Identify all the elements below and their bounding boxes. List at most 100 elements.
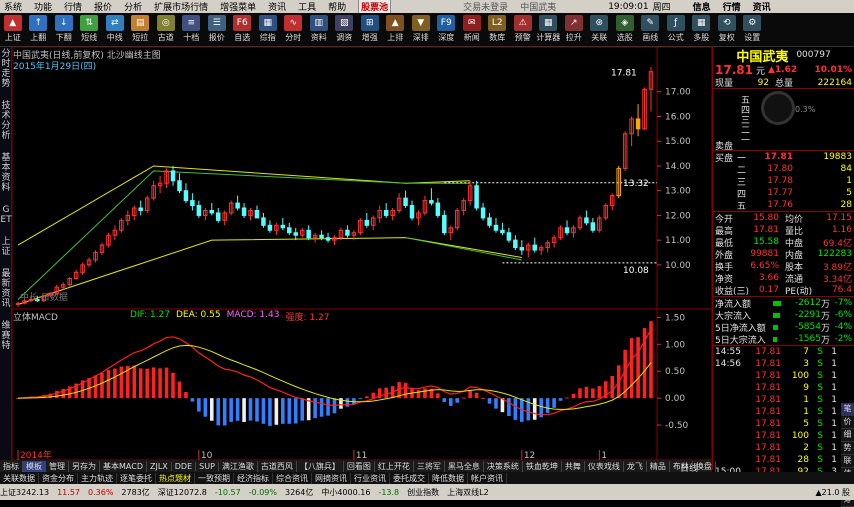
sidebar-tab-3[interactable]: GET <box>0 203 12 225</box>
indicator-tab-16[interactable]: 铁血乾坤 <box>523 461 562 472</box>
toolbar-button-9[interactable]: F6自选 <box>230 13 256 47</box>
indicator-tab-6[interactable]: DDE <box>172 462 196 471</box>
toolbar-icon-18: ✉ <box>463 15 481 31</box>
toolbar-button-18[interactable]: ✉新闻 <box>459 13 485 47</box>
side-tab-4[interactable]: 联 <box>841 455 854 468</box>
toolbar-button-10[interactable]: ▦综指 <box>255 13 281 47</box>
sidebar-tab-4[interactable]: 上证 <box>0 235 12 257</box>
side-tab-1[interactable]: 价 <box>841 416 854 429</box>
stock-pool-button[interactable]: 股票池 <box>358 0 391 14</box>
side-tab-0[interactable]: 笔 <box>841 403 854 416</box>
sidebar-tab-0[interactable]: 分时走势 <box>0 47 12 89</box>
toolbar-button-5[interactable]: ▤短拉 <box>128 13 154 47</box>
indicator-tab-8[interactable]: 满江渔歌 <box>219 461 258 472</box>
toolbar-button-22[interactable]: ↗拉升 <box>561 13 587 47</box>
info-link-5[interactable]: 一致预期 <box>195 473 234 484</box>
candle-body-31 <box>216 213 220 220</box>
indicator-tab-0[interactable]: 指标 <box>0 461 23 472</box>
info-link-8[interactable]: 网摘资讯 <box>312 473 351 484</box>
toolbar-button-19[interactable]: L2数库 <box>485 13 511 47</box>
indicator-tab-12[interactable]: 红上开花 <box>375 461 414 472</box>
info-link-3[interactable]: 逐笔委托 <box>117 473 156 484</box>
sidebar-tab-1[interactable]: 技术分析 <box>0 99 12 141</box>
toolbar-button-17[interactable]: F9深度 <box>434 13 460 47</box>
menu-function[interactable]: 功能 <box>34 0 52 13</box>
menu-help[interactable]: 帮助 <box>328 0 346 13</box>
kline-chart[interactable]: 10.0011.0012.0013.0014.0015.0016.0017.00… <box>12 47 712 460</box>
info-link-4[interactable]: 热点题材 <box>156 473 195 484</box>
indicator-tab-3[interactable]: 另存为 <box>69 461 100 472</box>
sidebar-tab-6[interactable]: 维赛特 <box>0 319 12 351</box>
side-tab-2[interactable]: 细 <box>841 429 854 442</box>
menu-extended-market[interactable]: 扩展市场行情 <box>154 0 208 13</box>
toolbar-button-13[interactable]: ▧调资 <box>332 13 358 47</box>
menu-price[interactable]: 报价 <box>94 0 112 13</box>
info-link-9[interactable]: 行业资讯 <box>351 473 390 484</box>
indicator-tab-7[interactable]: SUP <box>196 462 219 471</box>
indicator-tab-15[interactable]: 决策系统 <box>484 461 523 472</box>
indicator-tab-13[interactable]: 三将军 <box>414 461 445 472</box>
indicator-tab-1[interactable]: 模板 <box>23 461 46 472</box>
info-link-12[interactable]: 帐户资讯 <box>468 473 507 484</box>
toolbar-button-14[interactable]: ⊞增强 <box>357 13 383 47</box>
toolbar-button-24[interactable]: ◈选股 <box>612 13 638 47</box>
macd-y-label-0: -0.50 <box>665 421 689 431</box>
toolbar-button-15[interactable]: ▲上排 <box>383 13 409 47</box>
indicator-tab-19[interactable]: 龙飞 <box>624 461 647 472</box>
info-link-10[interactable]: 委托成交 <box>390 473 429 484</box>
toolbar-label-16: 深排 <box>413 32 429 43</box>
toolbar-button-21[interactable]: ▦计算器 <box>536 13 562 47</box>
menu-system[interactable]: 系统 <box>0 0 22 13</box>
indicator-tab-4[interactable]: 基本MACD <box>100 461 147 472</box>
toolbar-button-26[interactable]: ƒ公式 <box>663 13 689 47</box>
toolbar-button-27[interactable]: ▦多股 <box>689 13 715 47</box>
toolbar-button-1[interactable]: ↑上翻 <box>26 13 52 47</box>
indicator-tab-20[interactable]: 精品 <box>647 461 670 472</box>
toolbar-button-12[interactable]: ▥资料 <box>306 13 332 47</box>
toolbar-button-3[interactable]: ⇅短线 <box>77 13 103 47</box>
menu-tools[interactable]: 工具 <box>298 0 316 13</box>
toolbar-button-28[interactable]: ⟲复权 <box>714 13 740 47</box>
indicator-tab-2[interactable]: 管理 <box>46 461 69 472</box>
info-link-0[interactable]: 关联数据 <box>0 473 39 484</box>
menu-analysis[interactable]: 分析 <box>124 0 142 13</box>
toolbar-button-20[interactable]: ⚠预警 <box>510 13 536 47</box>
toolbar-button-0[interactable]: ▲上证 <box>0 13 26 47</box>
menu-quote[interactable]: 行情 <box>64 0 82 13</box>
toolbar-icon-28: ⟲ <box>718 15 736 31</box>
indicator-tab-17[interactable]: 共舞 <box>562 461 585 472</box>
indicator-tab-18[interactable]: 仪表戏线 <box>585 461 624 472</box>
toolbar-button-8[interactable]: ☰报价 <box>204 13 230 47</box>
toolbar-button-7[interactable]: ≡十档 <box>179 13 205 47</box>
info-link-6[interactable]: 经济指标 <box>234 473 273 484</box>
toolbar-button-2[interactable]: ↓下翻 <box>51 13 77 47</box>
indicator-tab-9[interactable]: 古道西风 <box>258 461 297 472</box>
menu-news-right[interactable]: 资讯 <box>753 0 771 13</box>
menu-info[interactable]: 信息 <box>693 0 711 13</box>
toolbar-button-6[interactable]: ◎古道 <box>153 13 179 47</box>
toolbar-button-11[interactable]: ∿分时 <box>281 13 307 47</box>
indicator-tab-5[interactable]: ZJLX <box>147 462 172 471</box>
sidebar-tab-5[interactable]: 最新资讯 <box>0 267 12 309</box>
info-link-2[interactable]: 主力轨迹 <box>78 473 117 484</box>
menu-enhanced[interactable]: 增强菜单 <box>220 0 256 13</box>
info-link-7[interactable]: 综合资讯 <box>273 473 312 484</box>
toolbar-button-16[interactable]: ▼深排 <box>408 13 434 47</box>
indicator-tab-11[interactable]: 回看图 <box>344 461 375 472</box>
info-link-11[interactable]: 降低数据 <box>429 473 468 484</box>
indicator-tab-10[interactable]: 【八旗兵】 <box>297 461 344 472</box>
toolbar-button-23[interactable]: ⊛关联 <box>587 13 613 47</box>
candle-body-61 <box>410 206 414 218</box>
tick-row-2: 17.81100S1 <box>715 370 839 382</box>
toolbar-button-25[interactable]: ✎画线 <box>638 13 664 47</box>
toolbar-button-4[interactable]: ⇄中线 <box>102 13 128 47</box>
info-link-1[interactable]: 资金分布 <box>39 473 78 484</box>
toolbar-button-29[interactable]: ⚙设置 <box>740 13 766 47</box>
menu-news[interactable]: 资讯 <box>268 0 286 13</box>
candle-7 <box>61 282 65 289</box>
side-tab-3[interactable]: 势 <box>841 442 854 455</box>
candle-body-35 <box>242 208 246 215</box>
indicator-tab-14[interactable]: 黑马全息 <box>445 461 484 472</box>
menu-market[interactable]: 行情 <box>723 0 741 13</box>
sidebar-tab-2[interactable]: 基本资料 <box>0 151 12 193</box>
